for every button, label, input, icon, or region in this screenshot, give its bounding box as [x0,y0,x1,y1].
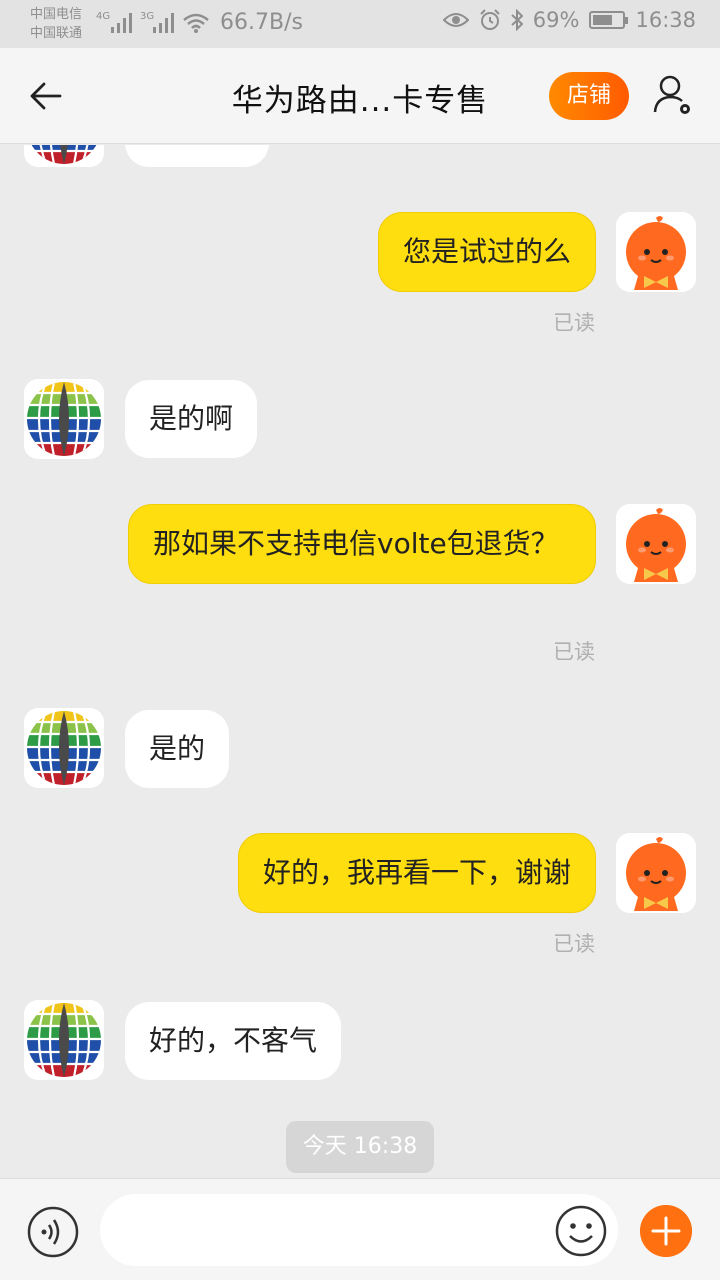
signal-icon-2 [153,13,174,33]
network-type-1: 4G [96,11,111,22]
battery-icon [589,11,629,29]
shop-button[interactable]: 店铺 [549,72,629,120]
network-speed: 66.7B/s [220,10,303,35]
battery-fill [593,15,613,25]
clock: 16:38 [635,8,696,32]
alarm-icon [480,9,500,30]
message-bubble-outgoing[interactable]: 那如果不支持电信volte包退货？ [128,504,596,584]
status-bar: 中国电信 中国联通 4G 3G 66.7B/s 69% 16:38 [0,0,720,48]
message-bubble-incoming[interactable]: 是的 [125,710,230,788]
message-bubble-incoming[interactable]: 好的，不客气 [125,1002,342,1080]
battery-percent: 69% [532,8,580,32]
user-avatar[interactable] [616,504,696,584]
eye-icon [442,13,469,27]
carrier-1: 中国电信 [30,7,83,22]
read-status: 已读 [553,932,595,956]
read-status: 已读 [553,311,595,335]
seller-avatar[interactable] [24,1000,104,1080]
plus-icon[interactable] [640,1205,692,1257]
bluetooth-icon [511,9,523,31]
signal-icon [111,13,132,33]
seller-avatar[interactable] [24,379,104,459]
read-status: 已读 [553,640,595,664]
chat-area[interactable]: 您是试过的么 已读 是的啊 那如果不支持电信volte包退货？ 已读 是的 好的… [0,145,720,1178]
carrier-2: 中国联通 [30,26,83,41]
voice-icon[interactable] [27,1206,79,1258]
smiley-icon[interactable] [555,1205,607,1257]
message-bubble-outgoing[interactable]: 您是试过的么 [377,212,596,292]
message-bubble-outgoing[interactable]: 好的，我再看一下，谢谢 [237,833,596,913]
timestamp: 今天 16:38 [286,1121,434,1173]
seller-avatar[interactable] [24,708,104,788]
message-input[interactable] [100,1194,618,1266]
input-bar [0,1178,720,1280]
message-bubble-partial [125,145,269,167]
message-bubble-incoming[interactable]: 是的啊 [125,380,258,458]
chat-title: 华为路由...卡专售 [231,83,489,119]
user-settings-icon[interactable] [652,72,696,120]
header: 华为路由...卡专售 店铺 [0,48,720,144]
user-avatar[interactable] [616,833,696,913]
user-avatar[interactable] [616,212,696,292]
seller-avatar[interactable] [24,145,104,167]
back-arrow-icon[interactable] [26,76,66,116]
carrier-labels: 中国电信 中国联通 [30,5,82,43]
wifi-icon [183,13,209,33]
